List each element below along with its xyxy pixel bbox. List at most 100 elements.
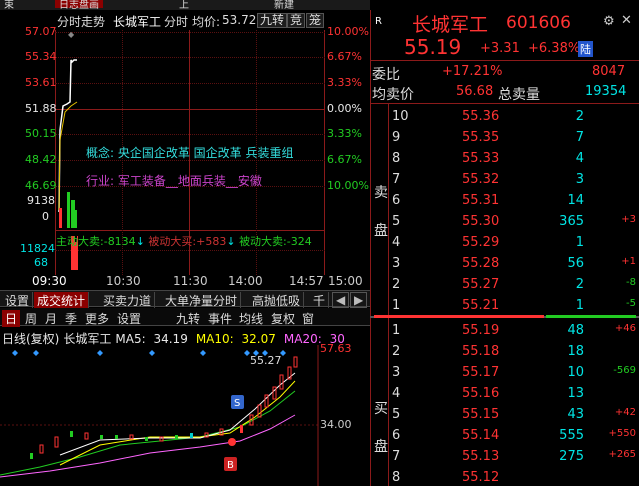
top-tab-1[interactable]: 日志盘画 <box>55 0 103 10</box>
level-number: 8 <box>392 470 401 485</box>
quote-stock-code: 601606 <box>506 13 571 33</box>
buy-level-row[interactable]: 7 55.13 275 +265 <box>370 447 639 467</box>
level-price: 55.28 <box>462 256 500 271</box>
flow-passive-buy-label: 被动大买: <box>148 235 197 248</box>
sell-level-row[interactable]: 10 55.36 2 <box>370 107 639 127</box>
sell-level-row[interactable]: 3 55.28 56 +1 <box>370 254 639 274</box>
volume-bar <box>71 200 75 228</box>
period-label[interactable]: 分时 <box>164 13 188 30</box>
price-label: 57.07 <box>25 25 57 38</box>
pct-label: 6.67% <box>327 153 362 166</box>
level-number: 3 <box>392 365 401 380</box>
volume-bar <box>67 192 70 228</box>
tab-day[interactable]: 日 <box>2 310 21 327</box>
buy-level-row[interactable]: 3 55.17 10 -569 <box>370 363 639 383</box>
level-price: 55.19 <box>462 323 500 338</box>
sell-level-row[interactable]: 2 55.27 2 -8 <box>370 275 639 295</box>
level-volume: 18 <box>567 344 584 359</box>
avg-price-label: 均价: <box>192 15 221 29</box>
level-price: 55.12 <box>462 470 500 485</box>
sell-level-row[interactable]: 4 55.29 1 <box>370 233 639 253</box>
pct-label: 10.00% <box>327 179 369 192</box>
top-tab-strip: 束 日志盘画 上 新建 <box>0 0 370 10</box>
period-tab-bar: 日 周 月 季 更多 设置 九转 事件 均线 复权 窗 <box>0 308 370 327</box>
price-label: 48.42 <box>25 153 57 166</box>
price-label: 55.34 <box>25 50 57 63</box>
price-label: 53.61 <box>25 76 57 89</box>
level-price: 55.31 <box>462 193 500 208</box>
level-number: 3 <box>392 256 401 271</box>
tab-more-periods[interactable]: 更多 <box>82 310 112 327</box>
total-ask-label: 总卖量 <box>498 87 540 103</box>
top-tab-0[interactable]: 束 <box>0 0 18 10</box>
buy-level-row[interactable]: 2 55.18 18 <box>370 342 639 362</box>
buy-level-row[interactable]: 5 55.15 43 +42 <box>370 405 639 425</box>
level-number: 10 <box>392 109 409 124</box>
next-arrow-icon[interactable]: ▶ <box>350 292 368 308</box>
sell-level-row[interactable]: 6 55.31 14 <box>370 191 639 211</box>
level-number: 2 <box>392 277 401 292</box>
tab-jiuzhuan[interactable]: 九转 <box>173 310 203 327</box>
tab-window[interactable]: 窗 <box>299 310 317 327</box>
flow-passive-sell-value: -324 <box>286 235 312 248</box>
level-volume: 10 <box>567 365 584 380</box>
top-tab-2[interactable]: 上 <box>175 0 193 10</box>
level-volume: 555 <box>559 428 584 443</box>
quote-price: 55.19 <box>404 35 462 59</box>
level-volume: 56 <box>567 256 584 271</box>
top-tab-new[interactable]: 新建 <box>270 0 298 10</box>
tab-rights-adjust[interactable]: 复权 <box>268 310 298 327</box>
prev-arrow-icon[interactable]: ◀ <box>332 292 350 308</box>
marker-dot <box>228 438 236 446</box>
close-icon[interactable]: ✕ <box>621 13 632 28</box>
tab-moving-avg[interactable]: 均线 <box>236 310 266 327</box>
gear-icon[interactable]: ⚙ <box>603 14 615 29</box>
level-price: 55.16 <box>462 386 500 401</box>
buy-level-row[interactable]: 6 55.14 555 +550 <box>370 426 639 446</box>
tab-week[interactable]: 周 <box>22 310 40 327</box>
tab-buy-sell-force[interactable]: 买卖力道 <box>100 292 156 309</box>
sell-level-row[interactable]: 5 55.30 365 +3 <box>370 212 639 232</box>
tab-period-settings[interactable]: 设置 <box>114 310 144 327</box>
daily-kline-chart[interactable]: S B <box>0 345 370 486</box>
long-button[interactable]: 笼 <box>306 13 325 28</box>
sell-level-row[interactable]: 9 55.35 7 <box>370 128 639 148</box>
intraday-title[interactable]: 分时走势 <box>57 13 105 30</box>
buy-level-row[interactable]: 8 55.12 <box>370 468 639 486</box>
level-price: 55.14 <box>462 428 500 443</box>
jiuzhuan-button[interactable]: 九转 <box>257 13 288 28</box>
level-price: 55.18 <box>462 344 500 359</box>
level-price: 55.29 <box>462 235 500 250</box>
tab-trade-stats[interactable]: 成交统计 <box>34 292 90 309</box>
tab-month[interactable]: 月 <box>42 310 60 327</box>
collapse-arrow-icon[interactable]: ◆ <box>68 30 76 39</box>
tab-high-low[interactable]: 高抛低吸 <box>249 292 305 309</box>
jing-button[interactable]: 竞 <box>287 13 306 28</box>
time-label: 15:00 <box>328 274 363 288</box>
sell-level-row[interactable]: 8 55.33 4 <box>370 149 639 169</box>
level-price: 55.21 <box>462 298 500 313</box>
level-number: 1 <box>392 323 401 338</box>
level-number: 7 <box>392 449 401 464</box>
price-label: 50.15 <box>25 127 57 140</box>
volume-label: 68 <box>34 256 48 269</box>
buy-level-row[interactable]: 4 55.16 13 <box>370 384 639 404</box>
tab-quarter[interactable]: 季 <box>62 310 80 327</box>
tab-big-order-net[interactable]: 大单净量分时 <box>162 292 242 309</box>
level-number: 5 <box>392 407 401 422</box>
level-number: 2 <box>392 344 401 359</box>
level-price: 55.15 <box>462 407 500 422</box>
tab-more[interactable]: 千 <box>310 292 330 309</box>
sell-level-row[interactable]: 1 55.21 1 -5 <box>370 296 639 316</box>
buy-level-row[interactable]: 1 55.19 48 +46 <box>370 321 639 341</box>
quote-stock-name: 长城军工 <box>412 14 489 36</box>
quote-change: +3.31 <box>480 41 520 56</box>
tab-settings[interactable]: 设置 <box>2 292 34 309</box>
buy-signal-label: B <box>227 460 234 471</box>
last-price-label: 55.27 <box>250 354 282 367</box>
daily-type-label[interactable]: 日线(复权) <box>2 332 59 346</box>
tab-events[interactable]: 事件 <box>205 310 235 327</box>
sell-level-row[interactable]: 7 55.32 3 <box>370 170 639 190</box>
flow-passive-buy-value: +583 <box>196 235 227 248</box>
level-price: 55.35 <box>462 130 500 145</box>
